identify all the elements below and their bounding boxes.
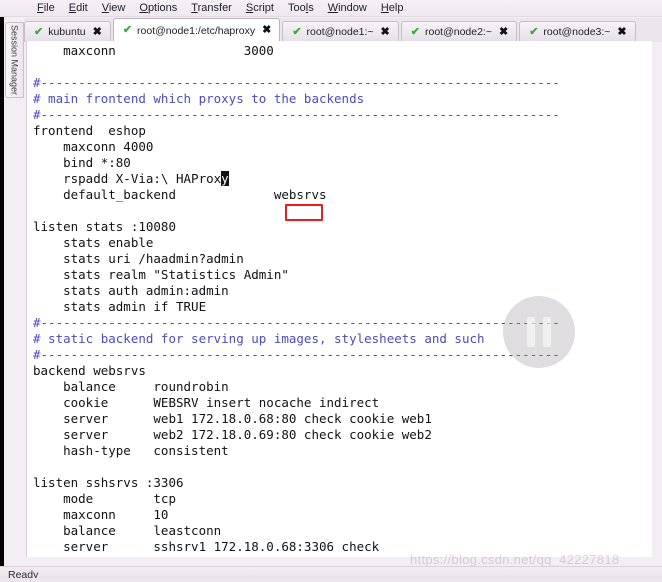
tab-label: root@node1:~: [306, 26, 374, 38]
terminal-line: backend websrvs: [33, 363, 146, 378]
menu-mnemonic: V: [101, 2, 109, 14]
terminal-line: server web2 172.18.0.69:80 check cookie …: [33, 427, 432, 442]
menu-mnemonic: E: [68, 2, 77, 14]
session-manager-tab[interactable]: Session Manager: [5, 22, 24, 98]
menu-item-edit[interactable]: Edit: [62, 0, 95, 16]
menu-item-file[interactable]: File: [30, 0, 62, 16]
menu-bar: File Edit View Options Transfer Script Tools Wi…: [0, 0, 662, 17]
close-icon[interactable]: ✖: [93, 26, 102, 38]
terminal-line: stats uri /haadmin?admin: [33, 251, 244, 266]
check-icon: ✔: [122, 24, 133, 36]
terminal-line: listen stats :10080: [33, 219, 176, 234]
tab-4[interactable]: ✔ root@node3:~ ✖: [519, 21, 636, 42]
terminal-line: #---------------------------------------…: [33, 75, 560, 90]
check-icon: ✔: [410, 25, 420, 38]
terminal-line: maxconn 3000: [33, 43, 274, 58]
close-icon[interactable]: ✖: [617, 26, 626, 38]
menu-mnemonic: S: [245, 2, 254, 14]
tab-label: root@node3:~: [543, 26, 611, 38]
pause-icon[interactable]: [503, 296, 575, 368]
menu-item-tools[interactable]: Tools: [281, 0, 321, 16]
tab-label: root@node1:/etc/haproxy: [137, 24, 256, 37]
text-cursor: y: [221, 171, 229, 186]
terminal-line: bind *:80: [33, 155, 131, 170]
close-icon[interactable]: ✖: [499, 26, 508, 38]
terminal-line: mode tcp: [33, 491, 176, 506]
terminal-line: listen sshsrvs :3306: [33, 475, 184, 490]
tab-3[interactable]: ✔ root@node2:~ ✖: [400, 21, 518, 42]
terminal-line: hash-type consistent: [33, 443, 229, 458]
close-icon[interactable]: ✖: [262, 25, 271, 36]
menu-mnemonic: T: [191, 2, 198, 14]
menu-mnemonic: W: [327, 2, 339, 14]
terminal-line: default_backend websrvs: [33, 187, 327, 202]
terminal-line: stats enable: [33, 235, 154, 250]
terminal-line: rspadd X-Via:\ HAProxy: [33, 171, 652, 187]
close-icon[interactable]: ✖: [381, 26, 390, 38]
tab-label: kubuntu: [48, 26, 86, 38]
securecrt-window: File Edit View Options Transfer Script Tools Wi…: [0, 0, 662, 582]
terminal-text: maxconn 3000 #--------------------------…: [33, 43, 652, 557]
menu-mnemonic: H: [380, 2, 389, 14]
terminal-line: stats auth admin:admin: [33, 283, 229, 298]
terminal-line: cookie WEBSRV insert nocache indirect: [33, 395, 380, 410]
terminal-line: # main frontend which proxys to the back…: [33, 91, 365, 106]
tab-1[interactable]: ✔ root@node1:/etc/haproxy ✖: [112, 18, 281, 42]
check-icon: ✔: [34, 25, 44, 38]
menu-mnemonic: O: [139, 2, 148, 14]
tab-0[interactable]: ✔ kubuntu ✖: [24, 21, 111, 42]
menu-mnemonic: F: [37, 2, 44, 14]
menu-item-window[interactable]: Window: [321, 0, 374, 16]
pause-bar-left: [527, 317, 535, 347]
session-manager-label: Session Manager: [9, 24, 20, 96]
terminal-line: balance roundrobin: [33, 379, 229, 394]
check-icon: ✔: [529, 25, 539, 38]
menu-item-view[interactable]: View: [95, 0, 133, 16]
terminal-line: maxconn 4000: [33, 139, 154, 154]
pause-bar-right: [543, 317, 551, 347]
terminal-line: stats realm "Statistics Admin": [33, 267, 289, 282]
menu-item-script[interactable]: Script: [239, 0, 281, 16]
menu-item-help[interactable]: Help: [374, 0, 411, 16]
menu-item-options[interactable]: Options: [132, 0, 184, 16]
watermark: https://blog.csdn.net/qq_42227818: [410, 552, 620, 567]
terminal-pane[interactable]: maxconn 3000 #--------------------------…: [26, 41, 652, 557]
terminal-line: server web1 172.18.0.68:80 check cookie …: [33, 411, 432, 426]
menu-mnemonic: l: [305, 2, 309, 14]
terminal-line: maxconn 10: [33, 507, 169, 522]
terminal-line: frontend eshop: [33, 123, 146, 138]
tab-2[interactable]: ✔ root@node1:~ ✖: [282, 21, 399, 42]
tab-label: root@node2:~: [424, 26, 492, 38]
terminal-line-text: rspadd X-Via:\ HAProx: [33, 171, 222, 186]
tab-strip: ✔ kubuntu ✖ ✔ root@node1:/etc/haproxy ✖ ✔ root@…: [24, 18, 662, 42]
terminal-line: #---------------------------------------…: [33, 107, 560, 122]
terminal-line: balance leastconn: [33, 523, 222, 538]
annotation-rectangle: [285, 204, 323, 221]
check-icon: ✔: [292, 25, 302, 38]
window-left-edge: [0, 0, 4, 582]
bottom-strip: [0, 578, 662, 582]
menu-item-transfer[interactable]: Transfer: [184, 0, 239, 16]
